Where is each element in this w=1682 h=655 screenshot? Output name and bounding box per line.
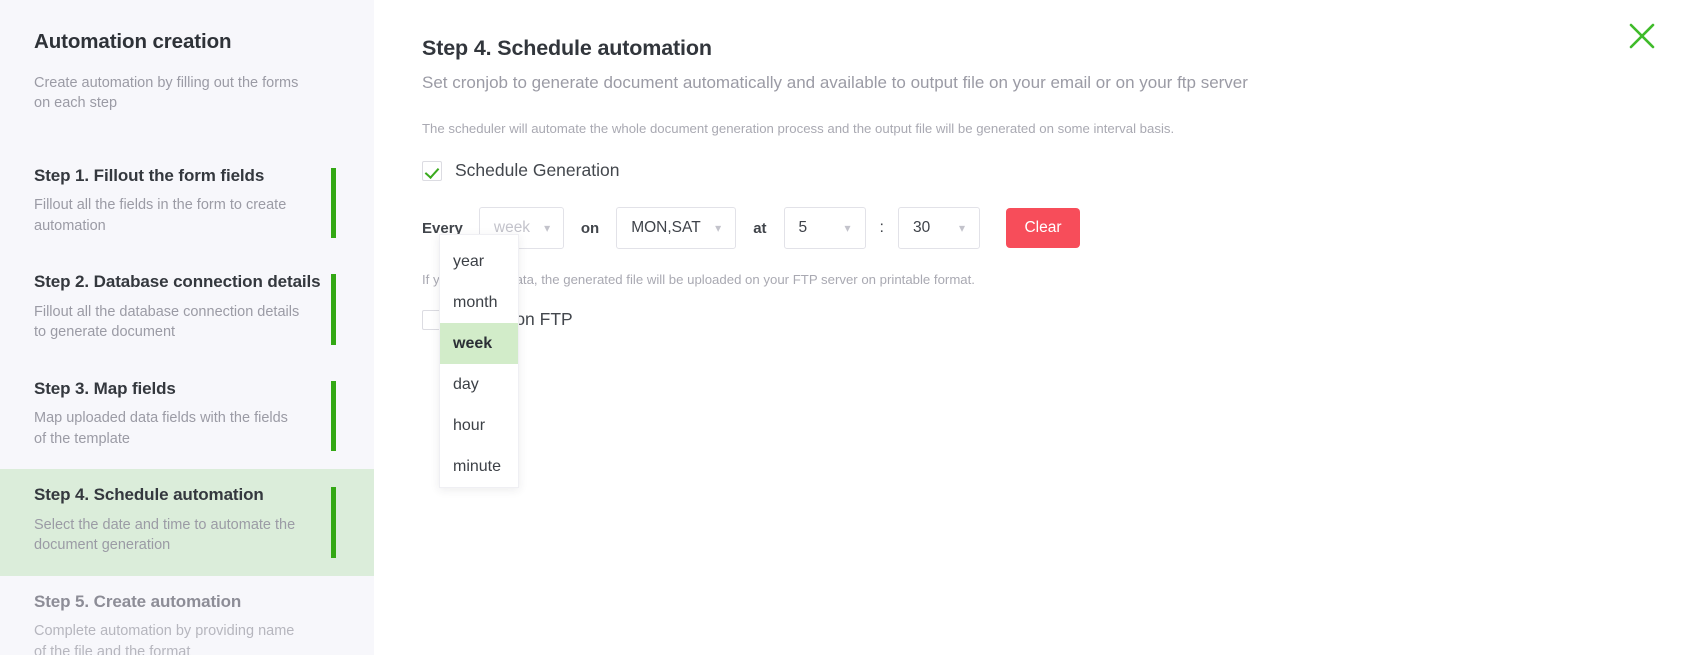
sidebar-item-title: Step 3. Map fields [34, 379, 340, 399]
at-label: at [753, 220, 766, 237]
on-label: on [581, 220, 599, 237]
sidebar-item-title: Step 2. Database connection details [34, 272, 340, 292]
dropdown-option-hour[interactable]: hour [440, 405, 518, 446]
upload-on-ftp-row[interactable]: Upload on FTP [422, 310, 1642, 330]
weekdays-value: MON,SAT [631, 219, 700, 237]
scheduler-note: The scheduler will automate the whole do… [422, 120, 1642, 137]
chevron-down-icon: ▾ [945, 222, 965, 234]
schedule-generation-checkbox[interactable] [422, 161, 442, 181]
sidebar-item-title: Step 4. Schedule automation [34, 485, 340, 505]
sidebar: Automation creation Create automation by… [0, 0, 374, 655]
time-colon-separator: : [880, 219, 884, 237]
minute-value: 30 [913, 219, 930, 237]
sidebar-item-step-3[interactable]: Step 3. Map fields Map uploaded data fie… [0, 363, 374, 470]
page-title: Step 4. Schedule automation [422, 36, 1642, 62]
sidebar-subtitle: Create automation by filling out the for… [34, 73, 306, 114]
close-icon[interactable] [1624, 18, 1660, 54]
sidebar-item-step-4[interactable]: Step 4. Schedule automation Select the d… [0, 469, 374, 576]
hour-select[interactable]: 5 ▾ [784, 207, 866, 249]
sidebar-item-desc: Complete automation by providing name of… [34, 621, 304, 655]
chevron-down-icon: ▾ [701, 222, 721, 234]
clear-button[interactable]: Clear [1006, 208, 1080, 248]
sidebar-inner: Automation creation Create automation by… [0, 0, 374, 655]
sidebar-item-step-1[interactable]: Step 1. Fillout the form fields Fillout … [0, 150, 374, 257]
sidebar-item-desc: Select the date and time to automate the… [34, 515, 304, 556]
dropdown-option-minute[interactable]: minute [440, 446, 518, 487]
main-content: Step 4. Schedule automation Set cronjob … [374, 0, 1682, 655]
automation-creation-screen: Automation creation Create automation by… [0, 0, 1682, 655]
chevron-down-icon: ▾ [530, 222, 550, 234]
dropdown-option-week[interactable]: week [440, 323, 518, 364]
sidebar-header: Automation creation Create automation by… [0, 0, 374, 114]
hour-value: 5 [799, 219, 808, 237]
step-progress-bar [331, 168, 336, 239]
step-progress-bar [331, 487, 336, 558]
interval-unit-dropdown-menu[interactable]: year month week day hour minute [439, 234, 519, 488]
sidebar-item-title: Step 5. Create automation [34, 592, 340, 612]
step-progress-bar [331, 381, 336, 452]
ftp-note: If you put FTP data, the generated file … [422, 271, 1642, 288]
sidebar-item-title: Step 1. Fillout the form fields [34, 166, 340, 186]
sidebar-item-desc: Fillout all the database connection deta… [34, 302, 304, 343]
page-subtitle: Set cronjob to generate document automat… [422, 72, 1642, 94]
chevron-down-icon: ▾ [831, 222, 851, 234]
sidebar-item-step-5[interactable]: Step 5. Create automation Complete autom… [0, 576, 374, 655]
dropdown-option-day[interactable]: day [440, 364, 518, 405]
weekdays-select[interactable]: MON,SAT ▾ [616, 207, 736, 249]
sidebar-item-desc: Map uploaded data fields with the fields… [34, 408, 304, 449]
schedule-controls-row: Every week ▾ on MON,SAT ▾ at 5 ▾ : 30 ▾ … [422, 207, 1642, 249]
sidebar-item-desc: Fillout all the fields in the form to cr… [34, 195, 304, 236]
sidebar-title: Automation creation [34, 30, 340, 55]
sidebar-steps: Step 1. Fillout the form fields Fillout … [0, 150, 374, 655]
schedule-generation-row[interactable]: Schedule Generation [422, 161, 1642, 181]
dropdown-option-month[interactable]: month [440, 282, 518, 323]
schedule-generation-label: Schedule Generation [455, 162, 619, 180]
sidebar-item-step-2[interactable]: Step 2. Database connection details Fill… [0, 256, 374, 363]
minute-select[interactable]: 30 ▾ [898, 207, 980, 249]
step-progress-bar [331, 274, 336, 345]
dropdown-option-year[interactable]: year [440, 241, 518, 282]
